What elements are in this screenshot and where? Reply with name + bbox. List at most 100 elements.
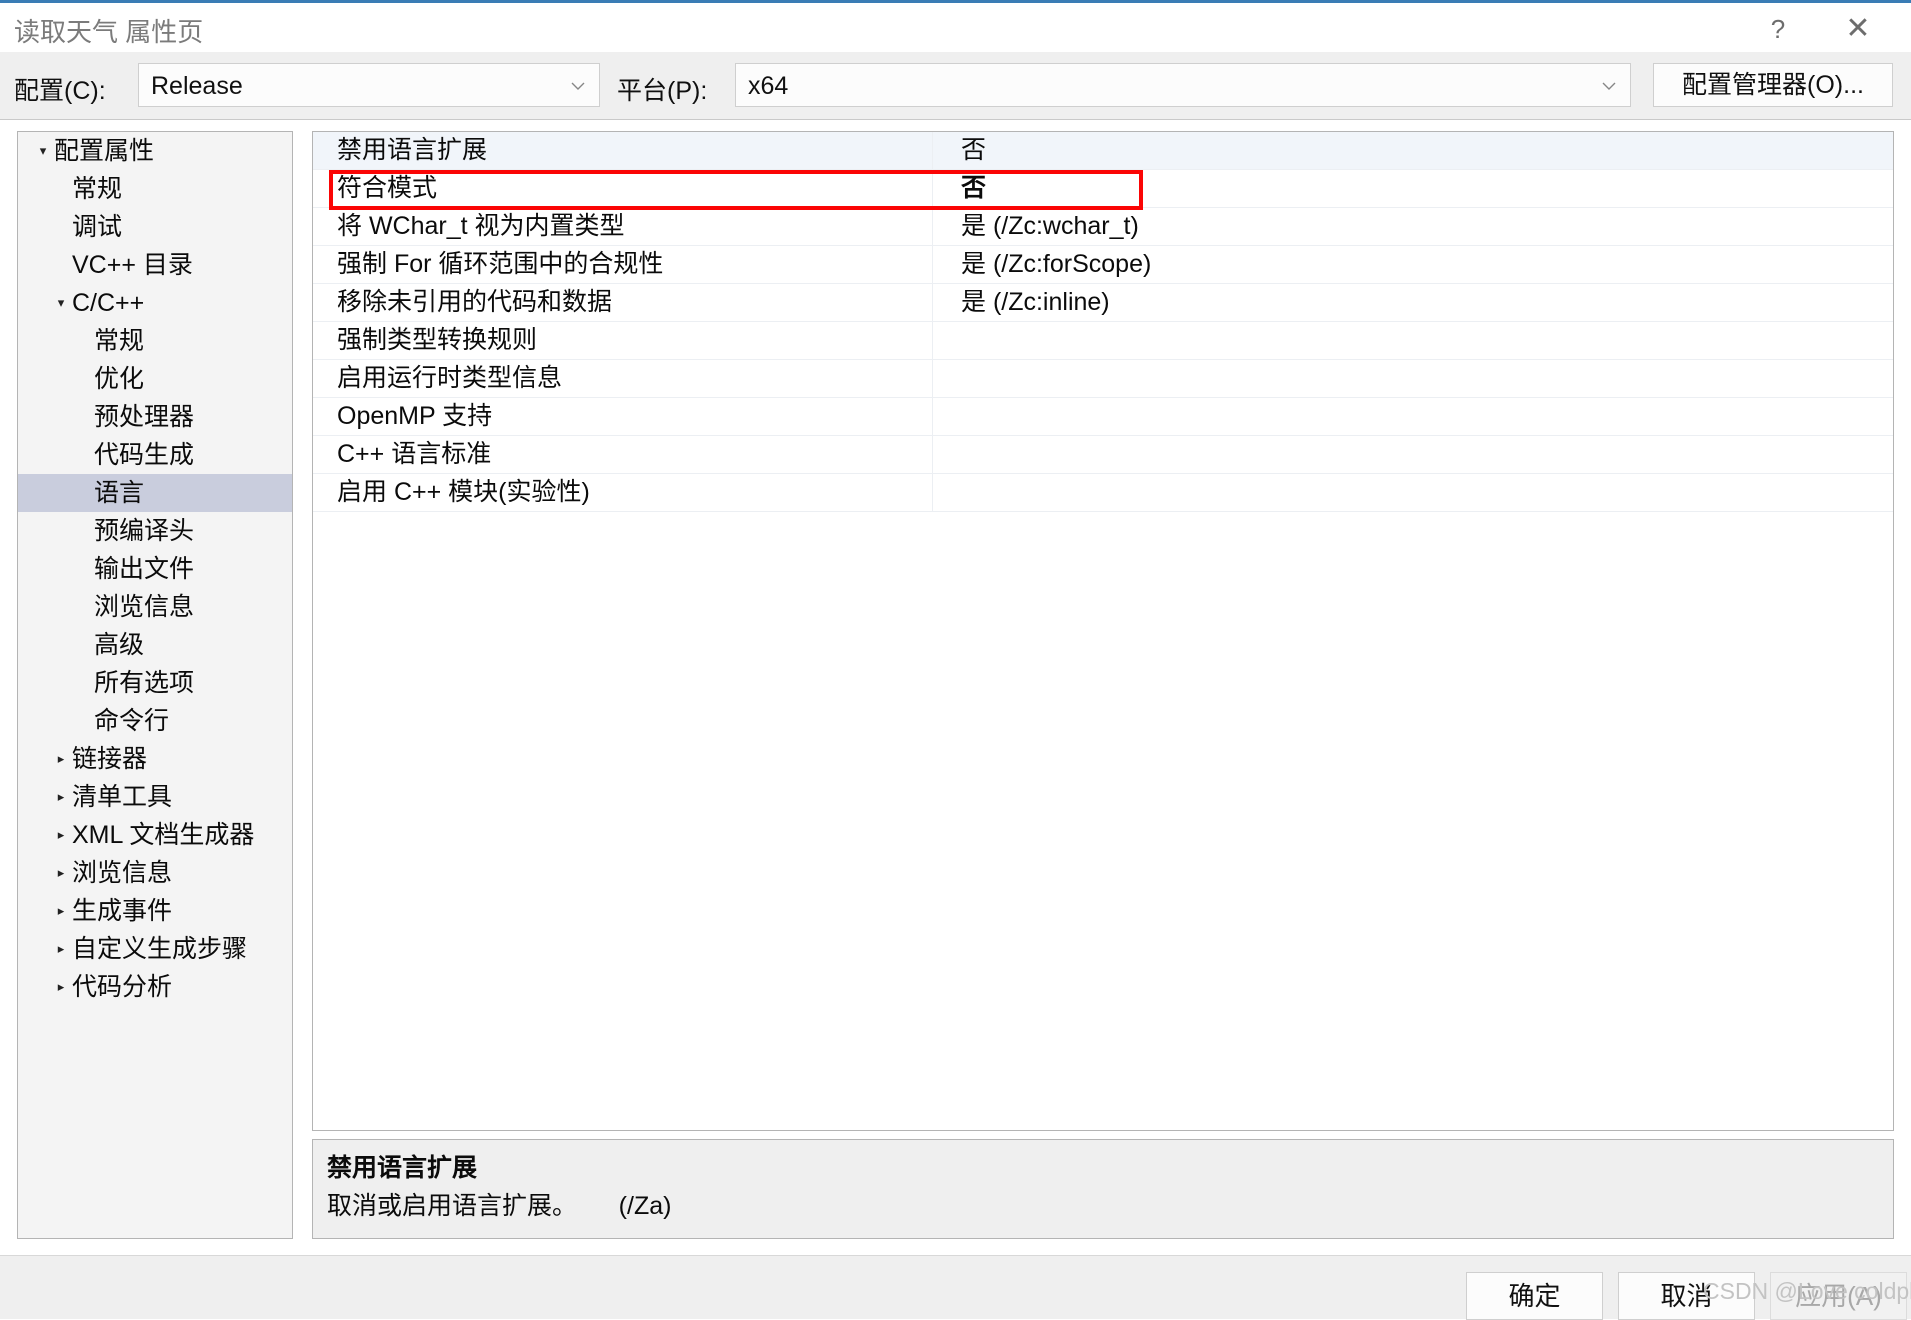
sidebar-item[interactable]: ▾ C/C++	[18, 284, 292, 322]
sidebar-item[interactable]: 代码生成	[18, 436, 292, 474]
twisty-collapsed-icon[interactable]: ▸	[52, 740, 70, 778]
sidebar-item-label: 代码分析	[72, 973, 173, 1001]
twisty-none	[52, 246, 70, 284]
property-row[interactable]: 符合模式 否	[313, 170, 1893, 208]
sidebar-item[interactable]: 输出文件	[18, 550, 292, 588]
property-name: 将 WChar_t 视为内置类型	[337, 212, 625, 240]
property-value[interactable]: 是 (/Zc:forScope)	[961, 246, 1151, 284]
window-title-bar: 读取天气 属性页 ? ✕	[0, 0, 1911, 52]
twisty-none	[72, 626, 90, 664]
sidebar-item[interactable]: 命令行	[18, 702, 292, 740]
close-icon[interactable]: ✕	[1835, 9, 1881, 49]
sidebar-item-label: 输出文件	[94, 555, 195, 583]
sidebar-item-label: XML 文档生成器	[72, 821, 255, 849]
twisty-none	[72, 360, 90, 398]
apply-button[interactable]: 应用(A)	[1770, 1272, 1907, 1320]
sidebar-item[interactable]: ▸ 自定义生成步骤	[18, 930, 292, 968]
column-divider	[932, 170, 933, 208]
ok-button[interactable]: 确定	[1466, 1272, 1603, 1320]
twisty-collapsed-icon[interactable]: ▸	[52, 816, 70, 854]
platform-value: x64	[748, 72, 789, 100]
chevron-down-icon	[1600, 77, 1618, 95]
configuration-manager-button[interactable]: 配置管理器(O)...	[1653, 63, 1893, 107]
sidebar-item[interactable]: 浏览信息	[18, 588, 292, 626]
twisty-none	[72, 398, 90, 436]
twisty-collapsed-icon[interactable]: ▸	[52, 778, 70, 816]
twisty-collapsed-icon[interactable]: ▸	[52, 968, 70, 1006]
sidebar-item-label: 清单工具	[72, 783, 173, 811]
sidebar-item[interactable]: ▸ 清单工具	[18, 778, 292, 816]
configuration-select[interactable]: Release	[138, 63, 600, 107]
sidebar-item[interactable]: 调试	[18, 208, 292, 246]
sidebar-item[interactable]: ▸ 链接器	[18, 740, 292, 778]
sidebar-item-label: C/C++	[72, 289, 145, 317]
help-icon[interactable]: ?	[1755, 9, 1801, 49]
sidebar-item[interactable]: ▾ 配置属性	[18, 132, 292, 170]
sidebar-item[interactable]: ▸ XML 文档生成器	[18, 816, 292, 854]
property-value[interactable]: 是 (/Zc:wchar_t)	[961, 208, 1139, 246]
twisty-expanded-icon[interactable]: ▾	[34, 132, 52, 170]
configuration-bar: 配置(C): Release 平台(P): x64 配置管理器(O)...	[0, 52, 1911, 120]
column-divider	[932, 398, 933, 436]
sidebar-item-label: 优化	[94, 365, 145, 393]
property-row[interactable]: 强制类型转换规则	[313, 322, 1893, 360]
sidebar-item[interactable]: 语言	[18, 474, 292, 512]
sidebar-item-label: 常规	[72, 175, 123, 203]
sidebar-item[interactable]: ▸ 生成事件	[18, 892, 292, 930]
property-grid-rows: 禁用语言扩展否符合模式 否将 WChar_t 视为内置类型 是 (/Zc:wchar…	[313, 132, 1893, 512]
sidebar-item-label: 浏览信息	[72, 859, 173, 887]
property-name: 符合模式	[337, 174, 438, 202]
column-divider	[932, 360, 933, 398]
property-tree-sidebar[interactable]: ▾ 配置属性 常规 调试 VC++ 目录 ▾ C/C++ 常规 优化 预处理器 代码生成 语言 预编译头…	[17, 131, 293, 1239]
sidebar-item-label: 预编译头	[94, 517, 195, 545]
sidebar-item[interactable]: ▸ 代码分析	[18, 968, 292, 1006]
twisty-none	[52, 170, 70, 208]
platform-label: 平台(P):	[617, 77, 708, 105]
property-name: 移除未引用的代码和数据	[337, 288, 613, 316]
property-row[interactable]: C++ 语言标准	[313, 436, 1893, 474]
twisty-none	[72, 588, 90, 626]
property-row[interactable]: 将 WChar_t 视为内置类型 是 (/Zc:wchar_t)	[313, 208, 1893, 246]
sidebar-item[interactable]: 高级	[18, 626, 292, 664]
twisty-collapsed-icon[interactable]: ▸	[52, 930, 70, 968]
sidebar-item[interactable]: 常规	[18, 322, 292, 360]
platform-select[interactable]: x64	[735, 63, 1631, 107]
property-row[interactable]: 禁用语言扩展 否	[313, 132, 1893, 170]
sidebar-item[interactable]: VC++ 目录	[18, 246, 292, 284]
property-name: OpenMP 支持	[337, 402, 493, 430]
cancel-button[interactable]: 取消	[1618, 1272, 1755, 1320]
property-row[interactable]: OpenMP 支持	[313, 398, 1893, 436]
sidebar-item[interactable]: 优化	[18, 360, 292, 398]
twisty-collapsed-icon[interactable]: ▸	[52, 892, 70, 930]
property-row[interactable]: 强制 For 循环范围中的合规性 是 (/Zc:forScope)	[313, 246, 1893, 284]
twisty-none	[52, 208, 70, 246]
property-name: 启用运行时类型信息	[337, 364, 563, 392]
sidebar-item-label: 生成事件	[72, 897, 173, 925]
sidebar-item-label: 常规	[94, 327, 145, 355]
sidebar-item-label: 配置属性	[54, 137, 155, 165]
sidebar-item[interactable]: 预编译头	[18, 512, 292, 550]
twisty-none	[72, 702, 90, 740]
property-grid-panel[interactable]: 禁用语言扩展否符合模式 否将 WChar_t 视为内置类型 是 (/Zc:wchar…	[312, 131, 1894, 1131]
sidebar-item[interactable]: 常规	[18, 170, 292, 208]
twisty-none	[72, 322, 90, 360]
twisty-expanded-icon[interactable]: ▾	[52, 284, 70, 322]
property-name: 启用 C++ 模块(实验性)	[337, 478, 590, 506]
sidebar-item[interactable]: ▸ 浏览信息	[18, 854, 292, 892]
property-row[interactable]: 移除未引用的代码和数据 是 (/Zc:inline)	[313, 284, 1893, 322]
property-row[interactable]: 启用运行时类型信息	[313, 360, 1893, 398]
property-value[interactable]: 否	[961, 170, 986, 208]
column-divider	[932, 322, 933, 360]
column-divider	[932, 436, 933, 474]
property-value[interactable]: 否	[961, 132, 986, 170]
window-title: 读取天气 属性页	[14, 17, 204, 47]
property-name: C++ 语言标准	[337, 440, 492, 468]
sidebar-item[interactable]: 所有选项	[18, 664, 292, 702]
sidebar-item-label: VC++ 目录	[72, 251, 193, 279]
description-title: 禁用语言扩展	[327, 1154, 478, 1182]
property-row[interactable]: 启用 C++ 模块(实验性)	[313, 474, 1893, 512]
sidebar-item[interactable]: 预处理器	[18, 398, 292, 436]
configuration-value: Release	[151, 72, 243, 100]
twisty-collapsed-icon[interactable]: ▸	[52, 854, 70, 892]
property-value[interactable]: 是 (/Zc:inline)	[961, 284, 1110, 322]
